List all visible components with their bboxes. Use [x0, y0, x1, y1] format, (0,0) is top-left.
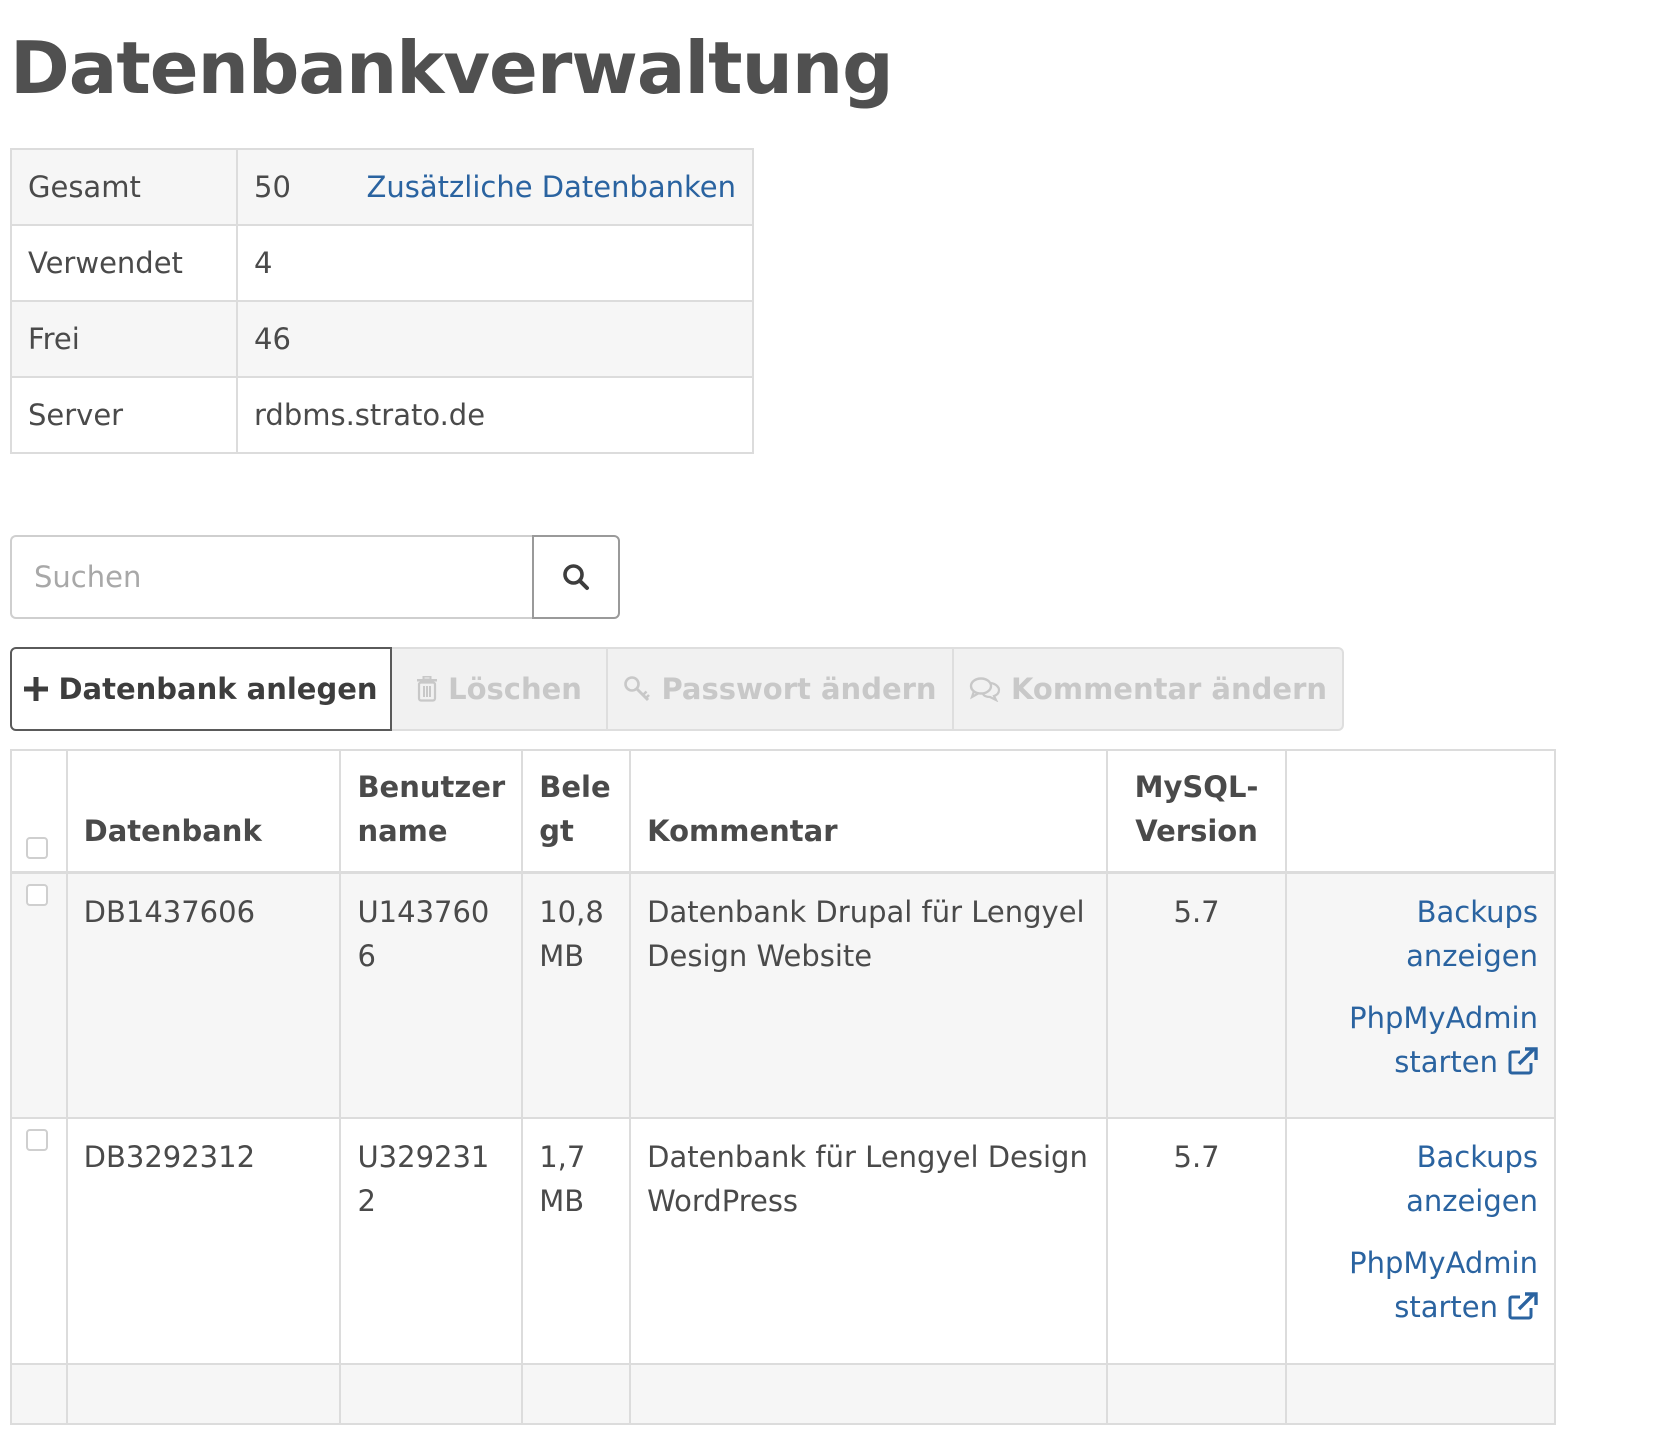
- row-actions: Backups anzeigen PhpMyAdmin starten: [1284, 1117, 1557, 1365]
- database-name: DB1437606: [65, 871, 342, 1119]
- column-header-size[interactable]: Bele gt: [521, 749, 632, 874]
- change-password-label: Passwort ändern: [661, 672, 937, 706]
- search-icon: [563, 564, 589, 590]
- mysql-version: [1106, 1363, 1287, 1425]
- summary-value: 50: [254, 170, 291, 204]
- table-row-partial: [10, 1363, 1557, 1425]
- comment: Datenbank Drupal für Lengyel Design Webs…: [629, 871, 1109, 1119]
- key-icon: [623, 675, 651, 703]
- summary-label: Verwendet: [10, 224, 238, 302]
- delete-button[interactable]: Löschen: [392, 647, 608, 731]
- select-all-cell: [10, 749, 68, 874]
- username: U143760 6: [339, 871, 524, 1119]
- comments-icon: [969, 676, 1001, 702]
- external-link-icon: [1508, 1288, 1538, 1332]
- database-table: Datenbank Benutzer name Bele gt Kommenta…: [10, 749, 1557, 1425]
- link-text: Backups: [1416, 894, 1538, 929]
- size: 1,7 MB: [521, 1117, 632, 1365]
- search-button[interactable]: [532, 535, 620, 619]
- row-actions: [1284, 1363, 1557, 1425]
- row-checkbox[interactable]: [26, 883, 48, 906]
- show-backups-link[interactable]: Backups anzeigen: [1303, 1135, 1538, 1223]
- summary-value-cell: 50 Zusätzliche Datenbanken: [236, 148, 754, 226]
- summary-row-total: Gesamt 50 Zusätzliche Datenbanken: [10, 148, 754, 226]
- change-password-button[interactable]: Passwort ändern: [608, 647, 954, 731]
- create-database-label: Datenbank anlegen: [58, 672, 378, 706]
- summary-table: Gesamt 50 Zusätzliche Datenbanken Verwen…: [10, 148, 754, 454]
- row-checkbox[interactable]: [26, 1129, 48, 1151]
- column-header-actions: [1284, 749, 1557, 874]
- link-text: PhpMyAdmin: [1349, 1000, 1538, 1035]
- summary-value: rdbms.strato.de: [236, 376, 754, 454]
- username-part: 2: [357, 1184, 376, 1218]
- link-text: anzeigen: [1406, 1184, 1538, 1218]
- summary-row-used: Verwendet 4: [10, 224, 754, 302]
- summary-row-free: Frei 46: [10, 300, 754, 378]
- header-text: Version: [1135, 813, 1258, 848]
- search-bar: [10, 535, 620, 619]
- summary-value: 4: [236, 224, 754, 302]
- database-name: [65, 1363, 342, 1425]
- plus-icon: [24, 677, 49, 701]
- additional-databases-link[interactable]: Zusätzliche Datenbanken: [367, 170, 736, 204]
- create-database-button[interactable]: Datenbank anlegen: [10, 647, 392, 731]
- summary-label: Frei: [10, 300, 238, 378]
- header-text: name: [357, 813, 448, 848]
- header-text: gt: [539, 813, 574, 848]
- username-part: 6: [357, 938, 376, 973]
- column-header-username[interactable]: Benutzer name: [339, 749, 524, 874]
- change-comment-button[interactable]: Kommentar ändern: [954, 647, 1344, 731]
- summary-label: Server: [10, 376, 238, 454]
- table-row: DB3292312 U329231 2 1,7 MB Datenbank für…: [10, 1117, 1557, 1365]
- size: [521, 1363, 632, 1425]
- column-header-comment[interactable]: Kommentar: [629, 749, 1109, 874]
- trash-icon: [416, 676, 438, 702]
- link-text: Backups: [1416, 1140, 1538, 1174]
- start-phpmyadmin-link[interactable]: PhpMyAdmin starten: [1303, 996, 1538, 1087]
- page-title: Datenbankverwaltung: [10, 26, 894, 110]
- row-select-cell: [10, 1117, 68, 1365]
- mysql-version: 5.7: [1106, 1117, 1287, 1365]
- size-unit: MB: [539, 938, 585, 973]
- username: U329231 2: [339, 1117, 524, 1365]
- link-text: PhpMyAdmin: [1349, 1246, 1538, 1280]
- size-value: 1,7: [539, 1140, 586, 1174]
- username: [339, 1363, 524, 1425]
- header-text: Bele: [539, 769, 611, 804]
- table-row: DB1437606 U143760 6 10,8 MB Datenbank Dr…: [10, 871, 1557, 1119]
- search-input[interactable]: [10, 535, 532, 619]
- link-text: starten: [1394, 1044, 1498, 1079]
- summary-value: 46: [236, 300, 754, 378]
- username-part: U143760: [357, 894, 490, 929]
- header-text: MySQL-: [1134, 769, 1259, 804]
- row-select-cell: [10, 871, 68, 1119]
- link-text: anzeigen: [1406, 938, 1538, 973]
- summary-label: Gesamt: [10, 148, 238, 226]
- external-link-icon: [1508, 1043, 1538, 1087]
- column-header-database[interactable]: Datenbank: [65, 749, 342, 874]
- change-comment-label: Kommentar ändern: [1010, 672, 1328, 706]
- summary-row-server: Server rdbms.strato.de: [10, 376, 754, 454]
- size: 10,8 MB: [521, 871, 632, 1119]
- comment: Datenbank für Lengyel Design WordPress: [629, 1117, 1109, 1365]
- username-part: U329231: [357, 1140, 490, 1174]
- select-all-checkbox[interactable]: [26, 836, 48, 859]
- header-text: Benutzer: [357, 769, 506, 804]
- mysql-version: 5.7: [1106, 871, 1287, 1119]
- action-toolbar: Datenbank anlegen Löschen Passwort änder…: [10, 647, 1344, 731]
- link-text: starten: [1394, 1290, 1498, 1324]
- comment: [629, 1363, 1109, 1425]
- start-phpmyadmin-link[interactable]: PhpMyAdmin starten: [1303, 1241, 1538, 1332]
- size-unit: MB: [539, 1184, 585, 1218]
- delete-label: Löschen: [448, 672, 582, 706]
- show-backups-link[interactable]: Backups anzeigen: [1303, 890, 1538, 978]
- row-actions: Backups anzeigen PhpMyAdmin starten: [1284, 871, 1557, 1119]
- column-header-version[interactable]: MySQL- Version: [1106, 749, 1287, 874]
- table-header-row: Datenbank Benutzer name Bele gt Kommenta…: [10, 749, 1557, 874]
- row-select-cell: [10, 1363, 68, 1425]
- size-value: 10,8: [539, 894, 604, 929]
- database-name: DB3292312: [65, 1117, 342, 1365]
